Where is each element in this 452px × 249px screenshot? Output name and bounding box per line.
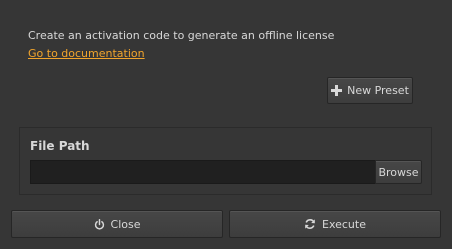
description-text: Create an activation code to generate an… xyxy=(28,29,335,42)
browse-button[interactable]: Browse xyxy=(375,160,422,184)
file-path-group: File Path Browse xyxy=(19,127,432,195)
close-button[interactable]: Close xyxy=(11,210,223,238)
activation-dialog: Create an activation code to generate an… xyxy=(0,0,452,249)
power-icon xyxy=(94,218,105,230)
execute-label: Execute xyxy=(322,217,366,231)
new-preset-button[interactable]: New Preset xyxy=(327,77,413,104)
plus-icon xyxy=(331,85,343,96)
documentation-link[interactable]: Go to documentation xyxy=(28,47,145,60)
refresh-icon xyxy=(304,218,316,230)
file-path-input[interactable] xyxy=(30,160,376,184)
execute-button[interactable]: Execute xyxy=(229,210,441,238)
file-path-title: File Path xyxy=(30,139,90,153)
close-label: Close xyxy=(110,217,141,231)
browse-label: Browse xyxy=(378,165,419,179)
new-preset-label: New Preset xyxy=(347,84,409,97)
